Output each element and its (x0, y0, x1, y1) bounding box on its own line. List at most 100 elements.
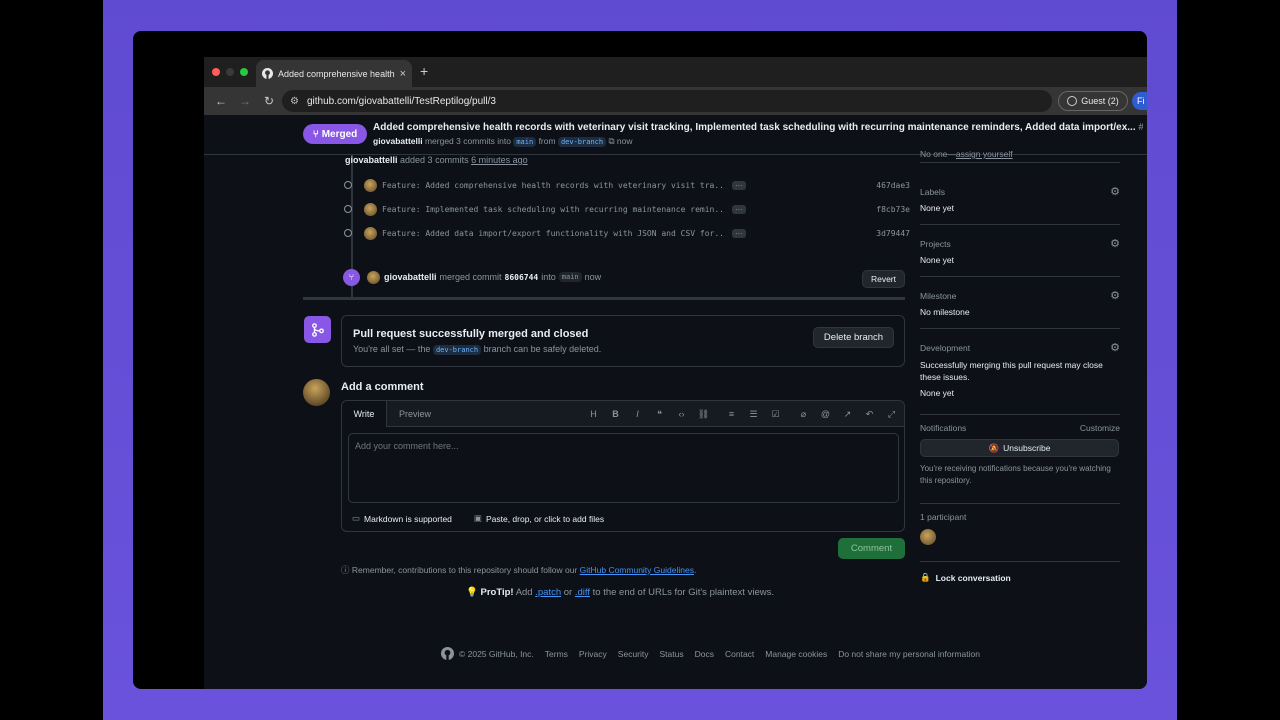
close-window-button[interactable] (212, 68, 220, 76)
gear-icon[interactable]: ⚙ (1110, 237, 1120, 250)
minimize-window-button[interactable] (226, 68, 234, 76)
merge-author-link[interactable]: giovabattelli (384, 272, 437, 282)
delete-branch-button[interactable]: Delete branch (813, 327, 894, 348)
milestone-heading[interactable]: Milestone (920, 291, 956, 301)
attach-files-note[interactable]: ▣ Paste, drop, or click to add files (474, 513, 604, 524)
footer-link-privacy[interactable]: Privacy (579, 649, 607, 659)
link-icon[interactable]: ⛓ (697, 409, 710, 420)
close-tab-icon[interactable]: × (400, 68, 406, 80)
timeline-divider (303, 297, 905, 300)
base-branch-label[interactable]: main (513, 137, 537, 147)
expand-commit-button[interactable]: ··· (732, 180, 746, 190)
commits-added-time[interactable]: 6 minutes ago (471, 155, 528, 165)
commits-author-link[interactable]: giovabattelli (345, 155, 398, 165)
github-logo-icon[interactable] (441, 647, 454, 660)
comment-button[interactable]: Comment (838, 538, 905, 559)
merged-title: Pull request successfully merged and clo… (353, 328, 589, 340)
footer-link-contact[interactable]: Contact (725, 649, 754, 659)
unsubscribe-button[interactable]: 🔕 Unsubscribe (920, 439, 1119, 457)
projects-heading[interactable]: Projects (920, 239, 951, 249)
patch-link[interactable]: .patch (535, 587, 561, 598)
merged-status-badge: ⑂ Merged (303, 124, 367, 144)
diff-link[interactable]: .diff (575, 587, 590, 598)
info-icon: ⓘ (341, 565, 350, 575)
comment-textarea[interactable]: Add your comment here... (348, 433, 899, 503)
merge-commit-sha[interactable]: 8606744 (505, 273, 539, 282)
pr-title: Added comprehensive health records with … (373, 122, 1143, 133)
avatar[interactable] (364, 178, 377, 192)
gear-icon[interactable]: ⚙ (1110, 289, 1120, 302)
expand-commit-button[interactable]: ··· (732, 204, 746, 214)
development-heading[interactable]: Development (920, 343, 970, 353)
tab-title: Added comprehensive health (278, 68, 395, 79)
back-icon[interactable]: ← (214, 94, 228, 108)
new-tab-button[interactable]: + (420, 63, 428, 79)
pr-author-link[interactable]: giovabattelli (373, 136, 423, 146)
merged-desc-before: You're all set — the (353, 344, 431, 354)
github-icon (262, 68, 273, 79)
copy-icon[interactable]: ⧉ (608, 136, 614, 146)
image-icon: ▣ (473, 513, 482, 523)
mention-icon[interactable]: @ (819, 409, 832, 419)
commit-message[interactable]: Feature: Implemented task scheduling wit… (382, 205, 722, 214)
avatar[interactable] (364, 226, 377, 240)
quote-icon[interactable]: ❝ (653, 409, 666, 420)
avatar[interactable] (364, 202, 377, 216)
revert-button[interactable]: Revert (862, 270, 905, 288)
markdown-note[interactable]: ▭ Markdown is supported (352, 513, 452, 524)
commit-sha[interactable]: 467dae3 (876, 181, 910, 190)
browser-tab[interactable]: Added comprehensive health × (256, 60, 412, 87)
commit-message[interactable]: Feature: Added data import/export functi… (382, 229, 722, 238)
tab-preview[interactable]: Preview (389, 401, 441, 427)
labels-heading[interactable]: Labels (920, 187, 945, 197)
head-branch-label[interactable]: dev-branch (557, 137, 607, 147)
reply-icon[interactable]: ↶ (863, 409, 876, 420)
gear-icon[interactable]: ⚙ (1110, 341, 1120, 354)
fullscreen-icon[interactable]: ⤢ (885, 409, 898, 420)
footer-link-terms[interactable]: Terms (545, 649, 568, 659)
protip-label: ProTip! (480, 587, 514, 598)
avatar[interactable] (920, 529, 936, 545)
commit-sha[interactable]: 3d79447 (876, 229, 910, 238)
forward-icon[interactable]: → (238, 94, 252, 108)
footer-link-manage-cookies[interactable]: Manage cookies (765, 649, 827, 659)
add-comment-heading: Add a comment (341, 381, 424, 393)
zoom-window-button[interactable] (240, 68, 248, 76)
guidelines-link[interactable]: GitHub Community Guidelines (580, 565, 694, 575)
milestone-value: No milestone (920, 307, 970, 317)
customize-link[interactable]: Customize (1080, 423, 1120, 433)
development-value: None yet (920, 388, 955, 398)
code-icon[interactable]: ‹› (675, 409, 688, 419)
footer-link-docs[interactable]: Docs (695, 649, 714, 659)
footer-link-do-not-share[interactable]: Do not share my personal information (838, 649, 980, 659)
notifications-heading: Notifications (920, 423, 967, 433)
tab-write[interactable]: Write (342, 401, 387, 427)
numbered-list-icon[interactable]: ≡ (725, 409, 738, 419)
site-settings-icon[interactable]: ⚙ (290, 96, 299, 107)
footer-link-security[interactable]: Security (618, 649, 649, 659)
reload-icon[interactable]: ↻ (262, 94, 276, 108)
lock-conversation-link[interactable]: 🔒 Lock conversation (920, 572, 1011, 583)
profile-badge[interactable]: Fi (1132, 92, 1147, 110)
deletable-branch-label[interactable]: dev-branch (432, 345, 482, 355)
italic-icon[interactable]: I (631, 409, 644, 419)
gear-icon[interactable]: ⚙ (1110, 185, 1120, 198)
commit-sha[interactable]: f8cb73e (876, 205, 910, 214)
task-list-icon[interactable]: ☑ (769, 409, 782, 420)
address-bar[interactable]: ⚙ github.com/giovabattelli/TestReptilog/… (282, 90, 1052, 112)
footer-link-status[interactable]: Status (660, 649, 684, 659)
attach-icon[interactable]: ⌀ (797, 409, 810, 420)
avatar[interactable] (303, 379, 330, 406)
expand-commit-button[interactable]: ··· (732, 228, 746, 238)
reference-icon[interactable]: ↗ (841, 409, 854, 420)
bold-icon[interactable]: B (609, 409, 622, 419)
assign-yourself-link[interactable]: assign yourself (956, 149, 1013, 159)
heading-icon[interactable]: H (587, 409, 600, 419)
commit-message[interactable]: Feature: Added comprehensive health reco… (382, 181, 722, 190)
bulleted-list-icon[interactable]: ☰ (747, 409, 760, 420)
guest-label: Guest (2) (1081, 96, 1119, 106)
merge-branch-label[interactable]: main (558, 272, 582, 282)
bell-slash-icon: 🔕 (988, 442, 1000, 453)
guest-profile-button[interactable]: Guest (2) (1058, 91, 1128, 111)
avatar[interactable] (367, 270, 380, 284)
